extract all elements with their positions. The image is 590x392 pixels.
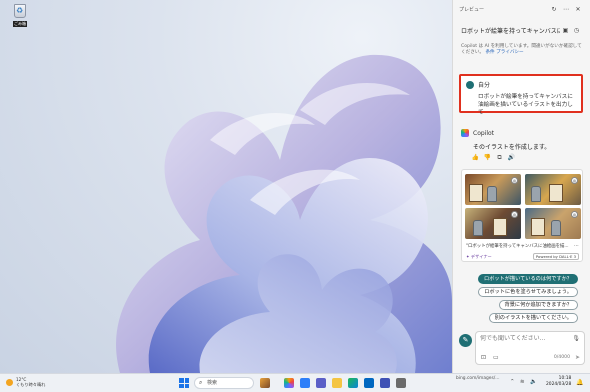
microphone-icon[interactable]: 🎙	[572, 335, 580, 342]
chat-composer: 🎙 ⊡ ▭ 0/4000 ➤	[475, 331, 585, 365]
taskbar-teams-icon[interactable]	[316, 378, 326, 388]
thumbs-up-icon[interactable]: 👍	[471, 154, 480, 162]
desktop: ごみ箱	[0, 0, 452, 373]
suggestion-chip-1[interactable]: ロボットが描いているのは何ですか？	[477, 274, 578, 284]
user-message-text: ロボットが絵筆を持ってキャンバスに油絵画を描いているイラストを出力して	[478, 94, 573, 116]
assistant-reply: そのイラストを作成します。	[473, 144, 551, 151]
suggestion-chip-4[interactable]: 別のイラストを描いてください。	[488, 313, 578, 323]
suggestion-chip-2[interactable]: ロボットに色を塗らせてみましょう。	[478, 287, 578, 297]
recycle-bin-label: ごみ箱	[13, 21, 27, 27]
chat-input[interactable]	[480, 335, 568, 342]
refresh-icon[interactable]: ↻	[548, 6, 560, 13]
image-badge-icon: ◎	[511, 177, 518, 184]
weather-sun-icon	[6, 378, 13, 386]
designer-label[interactable]: ✦ デザイナー	[466, 254, 492, 260]
weather-widget[interactable]: 12°C くもり時々晴れ	[6, 377, 45, 387]
taskbar-task-view-icon[interactable]	[300, 378, 310, 388]
conversation-header: ロボットが絵筆を持ってキャンバスに絵... ▣ ◷	[453, 18, 590, 35]
taskbar-store-icon[interactable]	[364, 378, 374, 388]
image-caption: "ロボットが絵筆を持ってキャンバスに油絵画を描...	[466, 244, 569, 249]
close-icon[interactable]: ✕	[572, 6, 584, 13]
taskbar-copilot-icon[interactable]	[284, 378, 294, 388]
char-counter: 0/4000	[553, 355, 570, 360]
assistant-header: Copilot	[461, 129, 494, 137]
suggestion-chip-3[interactable]: 背景に何か追加できますか？	[498, 300, 578, 310]
easel-shape	[531, 218, 545, 236]
more-icon[interactable]: ⋯	[560, 6, 572, 13]
pane-title: プレビュー	[459, 6, 485, 13]
image-upload-icon[interactable]: ⊡	[481, 354, 486, 361]
taskbar-explorer-icon[interactable]	[332, 378, 342, 388]
windows-logo-icon	[179, 378, 184, 383]
new-topic-button[interactable]: ✎	[459, 334, 472, 347]
feedback-bar: 👍 👎 ⧉ 🔊	[471, 154, 516, 162]
user-message-card: 自分 ロボットが絵筆を持ってキャンバスに油絵画を描いているイラストを出力して	[459, 74, 583, 116]
robot-shape	[487, 186, 497, 202]
taskbar-edge-icon[interactable]	[348, 378, 358, 388]
image-badge-icon: ◎	[571, 177, 578, 184]
new-chat-icon[interactable]: ▣	[560, 27, 571, 34]
taskbar-app-icon[interactable]	[380, 378, 390, 388]
assistant-name: Copilot	[473, 129, 495, 137]
taskbar: 12°C くもり時々晴れ ⌕ 検索 bing.com/images/... ⌃ …	[0, 373, 590, 392]
easel-shape	[469, 184, 483, 202]
clock-date: 2024/03/28	[546, 382, 572, 387]
wifi-icon[interactable]: ≋	[520, 379, 525, 385]
status-url: bing.com/images/...	[456, 376, 500, 381]
taskbar-search[interactable]: ⌕ 検索	[194, 377, 254, 389]
terms-link[interactable]: 条件	[485, 50, 494, 55]
recycle-bin[interactable]: ごみ箱	[10, 4, 30, 32]
weather-desc: くもり時々晴れ	[16, 382, 46, 387]
copy-icon[interactable]: ⧉	[495, 154, 504, 162]
ai-disclaimer: Copilot は AI を利用しています。間違いがないか確認してください。 条…	[453, 35, 590, 56]
notification-bell-icon[interactable]: 🔔	[576, 379, 583, 386]
thumbs-down-icon[interactable]: 👎	[483, 154, 492, 162]
generated-image-4[interactable]: ◎	[525, 208, 581, 239]
taskbar-widget-icon[interactable]	[260, 378, 270, 388]
send-icon[interactable]: ➤	[575, 354, 580, 361]
user-avatar	[466, 80, 474, 89]
search-icon: ⌕	[199, 379, 203, 386]
conversation-title: ロボットが絵筆を持ってキャンバスに絵...	[461, 28, 560, 35]
wallpaper-bloom	[116, 54, 452, 373]
robot-shape	[473, 220, 483, 236]
volume-icon[interactable]: 🔈	[530, 379, 537, 385]
user-name: 自分	[478, 82, 491, 89]
generated-image-3[interactable]: ◎	[465, 208, 521, 239]
history-icon[interactable]: ◷	[571, 27, 582, 34]
generated-image-1[interactable]: ◎	[465, 174, 521, 205]
easel-shape	[549, 184, 563, 202]
image-badge-icon: ◎	[571, 211, 578, 218]
copilot-logo-icon	[461, 129, 469, 137]
start-button[interactable]	[179, 378, 189, 388]
easel-shape	[493, 218, 507, 236]
generated-image-2[interactable]: ◎	[525, 174, 581, 205]
more-options-icon[interactable]: ⋯	[574, 243, 579, 249]
robot-shape	[551, 220, 561, 236]
system-clock[interactable]: 10:18 2024/03/28	[546, 376, 571, 388]
image-badge-icon: ◎	[511, 211, 518, 218]
chevron-up-icon[interactable]: ⌃	[510, 379, 515, 385]
privacy-link[interactable]: プライバシー	[496, 50, 523, 55]
search-label: 検索	[207, 380, 218, 386]
pane-titlebar: プレビュー ↻ ⋯ ✕	[453, 0, 590, 18]
recycle-bin-icon	[14, 4, 26, 18]
speaker-icon[interactable]: 🔊	[507, 154, 516, 162]
taskbar-settings-icon[interactable]	[396, 378, 406, 388]
image-result-card[interactable]: ◎ ◎ ◎ ◎ "ロボットが絵筆を持ってキャンバスに油絵画を描... ⋯ ✦ デ…	[461, 169, 583, 262]
powered-by-badge: Powered by DALL·E 3	[532, 253, 579, 260]
copilot-pane: プレビュー ↻ ⋯ ✕ ロボットが絵筆を持ってキャンバスに絵... ▣ ◷ Co…	[452, 0, 590, 373]
screenshot-icon[interactable]: ▭	[493, 354, 499, 361]
robot-shape	[531, 186, 541, 202]
